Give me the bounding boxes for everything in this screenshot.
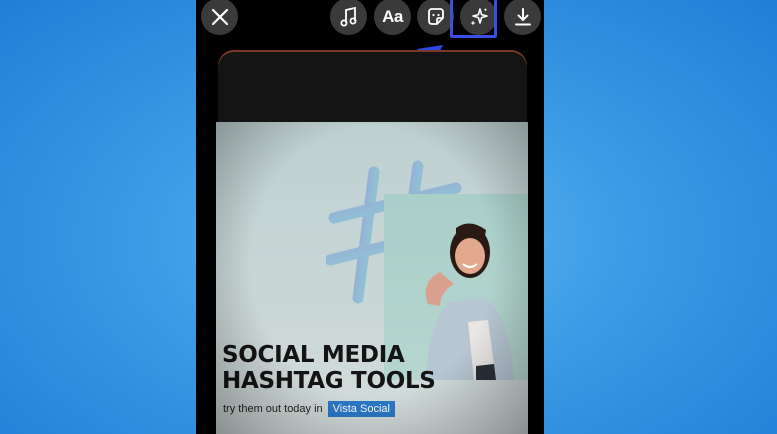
music-note-icon (340, 6, 356, 26)
story-subline: try them out today in Vista Social (223, 401, 395, 417)
headline-line-2: HASHTAG TOOLS (222, 368, 436, 394)
sticker-icon (427, 7, 444, 25)
story-preview: SOCIAL MEDIA HASHTAG TOOLS try them out … (216, 122, 528, 434)
close-icon (211, 8, 228, 25)
effects-highlight-box (450, 0, 497, 38)
subline-text: try them out today in (223, 403, 323, 415)
brand-tag: Vista Social (327, 401, 395, 417)
story-headline: SOCIAL MEDIA HASHTAG TOOLS (222, 342, 522, 394)
download-icon (514, 7, 531, 25)
text-tool-label: Aa (382, 6, 403, 26)
headline-line-1: SOCIAL MEDIA (222, 342, 405, 368)
